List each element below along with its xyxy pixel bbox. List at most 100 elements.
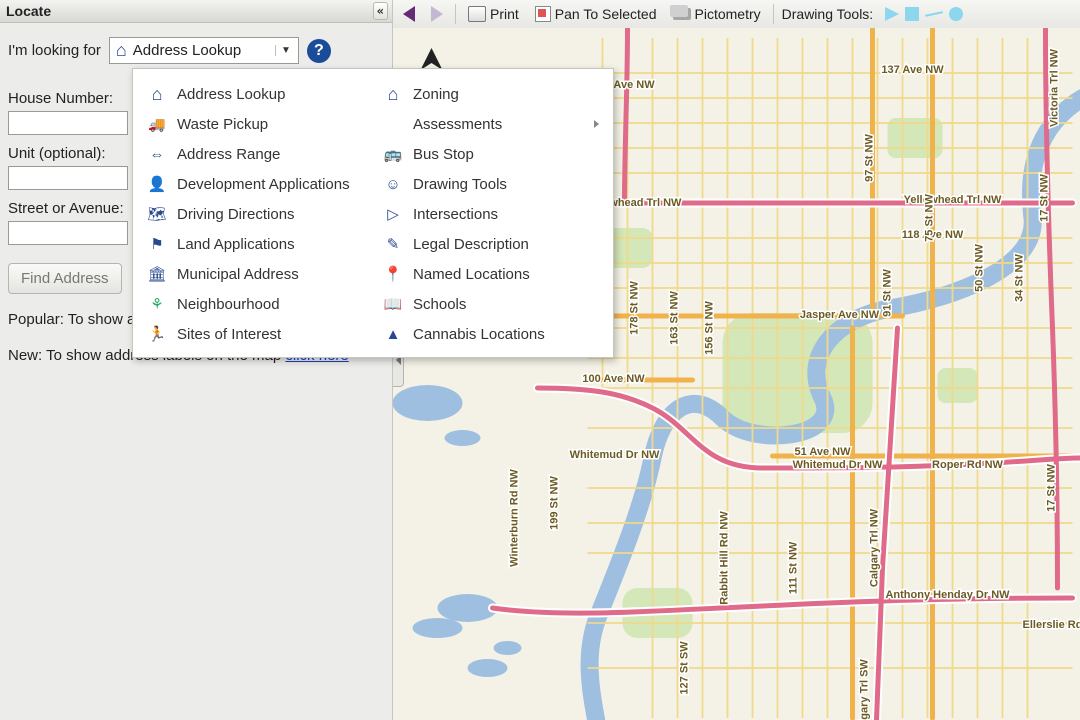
lookup-label: I'm looking for [8,42,101,59]
menu-item-address-range[interactable]: Address Range [135,139,371,169]
svg-text:Whitemud Dr NW: Whitemud Dr NW [793,459,883,471]
lookup-dropdown[interactable]: Address Lookup ▼ [109,37,299,64]
menu-item-zoning[interactable]: Zoning [371,79,607,109]
menu-item-label: Waste Pickup [177,116,268,133]
menu-item-legal-description[interactable]: Legal Description [371,229,607,259]
ico-land-icon [147,235,167,253]
house-icon [116,40,127,61]
svg-text:50 St NW: 50 St NW [974,244,986,292]
menu-item-assessments[interactable]: Assessments [371,109,607,139]
ico-inter-icon [383,205,403,223]
ico-neigh-icon [147,295,167,313]
print-label: Print [490,6,519,22]
menu-item-drawing-tools[interactable]: Drawing Tools [371,169,607,199]
menu-item-waste-pickup[interactable]: Waste Pickup [135,109,371,139]
ico-muni-icon [147,265,167,283]
menu-item-driving-directions[interactable]: Driving Directions [135,199,371,229]
ico-drive-icon [147,205,167,223]
menu-item-named-locations[interactable]: Named Locations [371,259,607,289]
svg-text:199 St NW: 199 St NW [549,475,561,529]
triangle-left-icon [403,6,415,22]
print-icon [468,6,486,22]
svg-text:Calgary Trl SW: Calgary Trl SW [859,659,871,720]
nav-forward-button[interactable] [427,4,447,24]
svg-text:Ellerslie Rd: Ellerslie Rd [1023,619,1080,631]
draw-pointer-tool[interactable] [885,7,899,21]
svg-text:17 St NW: 17 St NW [1039,174,1051,222]
ico-sites-icon [147,325,167,343]
toolbar-separator [455,4,456,24]
print-button[interactable]: Print [464,4,523,24]
menu-item-neighbourhood[interactable]: Neighbourhood [135,289,371,319]
chevron-down-icon: ▼ [275,45,296,56]
street-input[interactable] [8,221,128,245]
menu-item-label: Assessments [413,116,502,133]
menu-item-label: Legal Description [413,236,529,253]
pictometry-button[interactable]: Pictometry [669,4,765,24]
ico-zoning-icon [383,85,403,103]
ico-legal-icon [383,235,403,253]
draw-circle-tool[interactable] [949,7,963,21]
pictometry-icon [673,8,691,20]
sidebar-collapse-button[interactable]: « [373,2,388,20]
ico-cannabis-icon [383,325,403,343]
ico-draw-icon [383,175,403,193]
svg-text:51 Ave NW: 51 Ave NW [794,446,851,458]
menu-item-label: Sites of Interest [177,326,281,343]
svg-text:Winterburn Rd NW: Winterburn Rd NW [509,469,521,567]
sidebar-header: Locate « [0,0,392,23]
ico-house-icon [147,85,167,103]
lookup-row: I'm looking for Address Lookup ▼ ? [0,23,392,74]
draw-rectangle-tool[interactable] [905,7,919,21]
lookup-dropdown-menu: Address Lookup Waste Pickup Address Range D… [132,68,614,358]
menu-item-municipal-address[interactable]: Municipal Address [135,259,371,289]
pan-to-selected-button[interactable]: Pan To Selected [531,4,661,24]
svg-text:Roper Rd NW: Roper Rd NW [932,459,1004,471]
svg-text:163 St NW: 163 St NW [669,290,681,344]
ico-dev-icon [147,175,167,193]
map-toolbar: Print Pan To Selected Pictometry Drawing… [393,0,1080,29]
svg-text:111 St NW: 111 St NW [788,541,800,594]
svg-text:Whitemud Dr NW: Whitemud Dr NW [570,449,660,461]
menu-item-label: Schools [413,296,466,313]
svg-text:Calgary Trl NW: Calgary Trl NW [869,508,881,587]
menu-item-label: Zoning [413,86,459,103]
help-button[interactable]: ? [307,39,331,63]
menu-item-label: Cannabis Locations [413,326,545,343]
menu-item-cannabis-locations[interactable]: Cannabis Locations [371,319,607,349]
svg-text:127 St SW: 127 St SW [679,641,691,695]
menu-item-sites-of-interest[interactable]: Sites of Interest [135,319,371,349]
lookup-dropdown-value: Address Lookup [133,42,275,59]
ico-truck-icon [147,115,167,133]
toolbar-separator [773,4,774,24]
menu-item-address-lookup[interactable]: Address Lookup [135,79,371,109]
menu-item-land-applications[interactable]: Land Applications [135,229,371,259]
menu-item-development-applications[interactable]: Development Applications [135,169,371,199]
menu-item-label: Drawing Tools [413,176,507,193]
svg-text:Yellowhead Trl NW: Yellowhead Trl NW [904,194,1002,206]
menu-item-label: Address Lookup [177,86,285,103]
ico-named-icon [383,265,403,283]
menu-item-schools[interactable]: Schools [371,289,607,319]
svg-text:75 St NW: 75 St NW [924,194,936,242]
menu-item-label: Development Applications [177,176,350,193]
house-number-input[interactable] [8,111,128,135]
svg-text:156 St NW: 156 St NW [704,300,716,354]
svg-text:Jasper Ave NW: Jasper Ave NW [800,309,880,321]
menu-item-label: Land Applications [177,236,295,253]
svg-text:100 Ave NW: 100 Ave NW [582,373,645,385]
svg-text:178 St NW: 178 St NW [629,280,641,334]
unit-input[interactable] [8,166,128,190]
svg-text:Rabbit Hill Rd NW: Rabbit Hill Rd NW [719,511,731,605]
find-address-button[interactable]: Find Address [8,263,122,294]
svg-text:17 St NW: 17 St NW [1046,464,1058,512]
menu-item-label: Intersections [413,206,498,223]
drawing-tools-swatches [885,7,963,21]
menu-item-label: Bus Stop [413,146,474,163]
draw-line-tool[interactable] [925,11,943,17]
svg-text:34 St NW: 34 St NW [1014,254,1026,302]
menu-item-intersections[interactable]: Intersections [371,199,607,229]
menu-item-bus-stop[interactable]: Bus Stop [371,139,607,169]
nav-back-button[interactable] [399,4,419,24]
ico-bus-icon [383,145,403,163]
